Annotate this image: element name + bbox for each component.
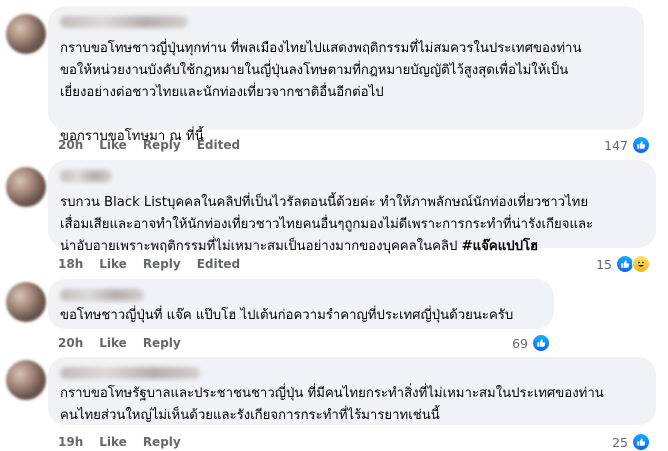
like-reaction-icon (632, 136, 650, 154)
comment-bubble: กราบขอโทษชาวญี่ปุ่นทุกท่าน ที่พลเมืองไทย… (48, 6, 644, 144)
edited-label[interactable]: Edited (197, 138, 240, 152)
hashtag-link[interactable]: #แจ๊คแปปโฮ (462, 239, 538, 254)
comment-text: กราบขอโทษชาวญี่ปุ่นทุกท่าน ที่พลเมืองไทย… (60, 41, 582, 144)
comment-bubble: ขอโทษชาวญี่ปุ่นที่ แจ๊ค แป๊บโฮ ไปเต้นก่อ… (48, 279, 554, 329)
reaction-summary[interactable]: 147 (604, 136, 650, 154)
timestamp[interactable]: 20h (58, 138, 83, 152)
comment-bubble: รบกวน Black Listบุคคลในคลิปที่เป็นไวรัลต… (48, 160, 656, 254)
comment-actions: 20h Like Reply Edited (58, 138, 240, 152)
avatar[interactable] (6, 14, 46, 54)
comment-text: กราบขอโทษรัฐบาลและประชาชนชาวญี่ปุ่น ที่ม… (60, 386, 604, 423)
edited-label[interactable]: Edited (197, 257, 240, 271)
reaction-summary[interactable]: 25 (612, 433, 650, 451)
reaction-summary[interactable]: 15 (596, 255, 650, 273)
timestamp[interactable]: 20h (58, 336, 83, 350)
comment-text: รบกวน Black Listบุคคลในคลิปที่เป็นไวรัลต… (60, 192, 644, 258)
avatar[interactable] (6, 360, 46, 400)
reply-button[interactable]: Reply (143, 435, 181, 449)
reply-button[interactable]: Reply (143, 138, 181, 152)
comment-actions: 20h Like Reply (58, 336, 181, 350)
comment-text: ขอโทษชาวญี่ปุ่นที่ แจ๊ค แป๊บโฮ ไปเต้นก่อ… (60, 308, 514, 323)
like-reaction-icon (632, 433, 650, 451)
reaction-count: 147 (604, 137, 628, 153)
like-button[interactable]: Like (99, 138, 127, 152)
reply-button[interactable]: Reply (143, 336, 181, 350)
reaction-count: 69 (512, 335, 528, 351)
like-button[interactable]: Like (99, 435, 127, 449)
author-name-redacted[interactable] (60, 367, 200, 379)
reaction-summary[interactable]: 69 (512, 334, 550, 352)
author-name-redacted[interactable] (60, 289, 144, 301)
reaction-count: 15 (596, 256, 612, 272)
comment-bubble: กราบขอโทษรัฐบาลและประชาชนชาวญี่ปุ่น ที่ม… (48, 357, 656, 425)
reply-button[interactable]: Reply (143, 257, 181, 271)
author-name-redacted[interactable] (60, 16, 188, 28)
timestamp[interactable]: 19h (58, 435, 83, 449)
avatar[interactable] (6, 282, 46, 322)
author-name-redacted[interactable] (60, 170, 112, 182)
like-reaction-icon (532, 334, 550, 352)
timestamp[interactable]: 18h (58, 257, 83, 271)
comment-actions: 18h Like Reply Edited (58, 257, 240, 271)
like-button[interactable]: Like (99, 336, 127, 350)
comment-actions: 19h Like Reply (58, 435, 181, 449)
avatar[interactable] (6, 167, 46, 207)
like-button[interactable]: Like (99, 257, 127, 271)
haha-reaction-icon (632, 255, 650, 273)
reaction-count: 25 (612, 434, 628, 450)
